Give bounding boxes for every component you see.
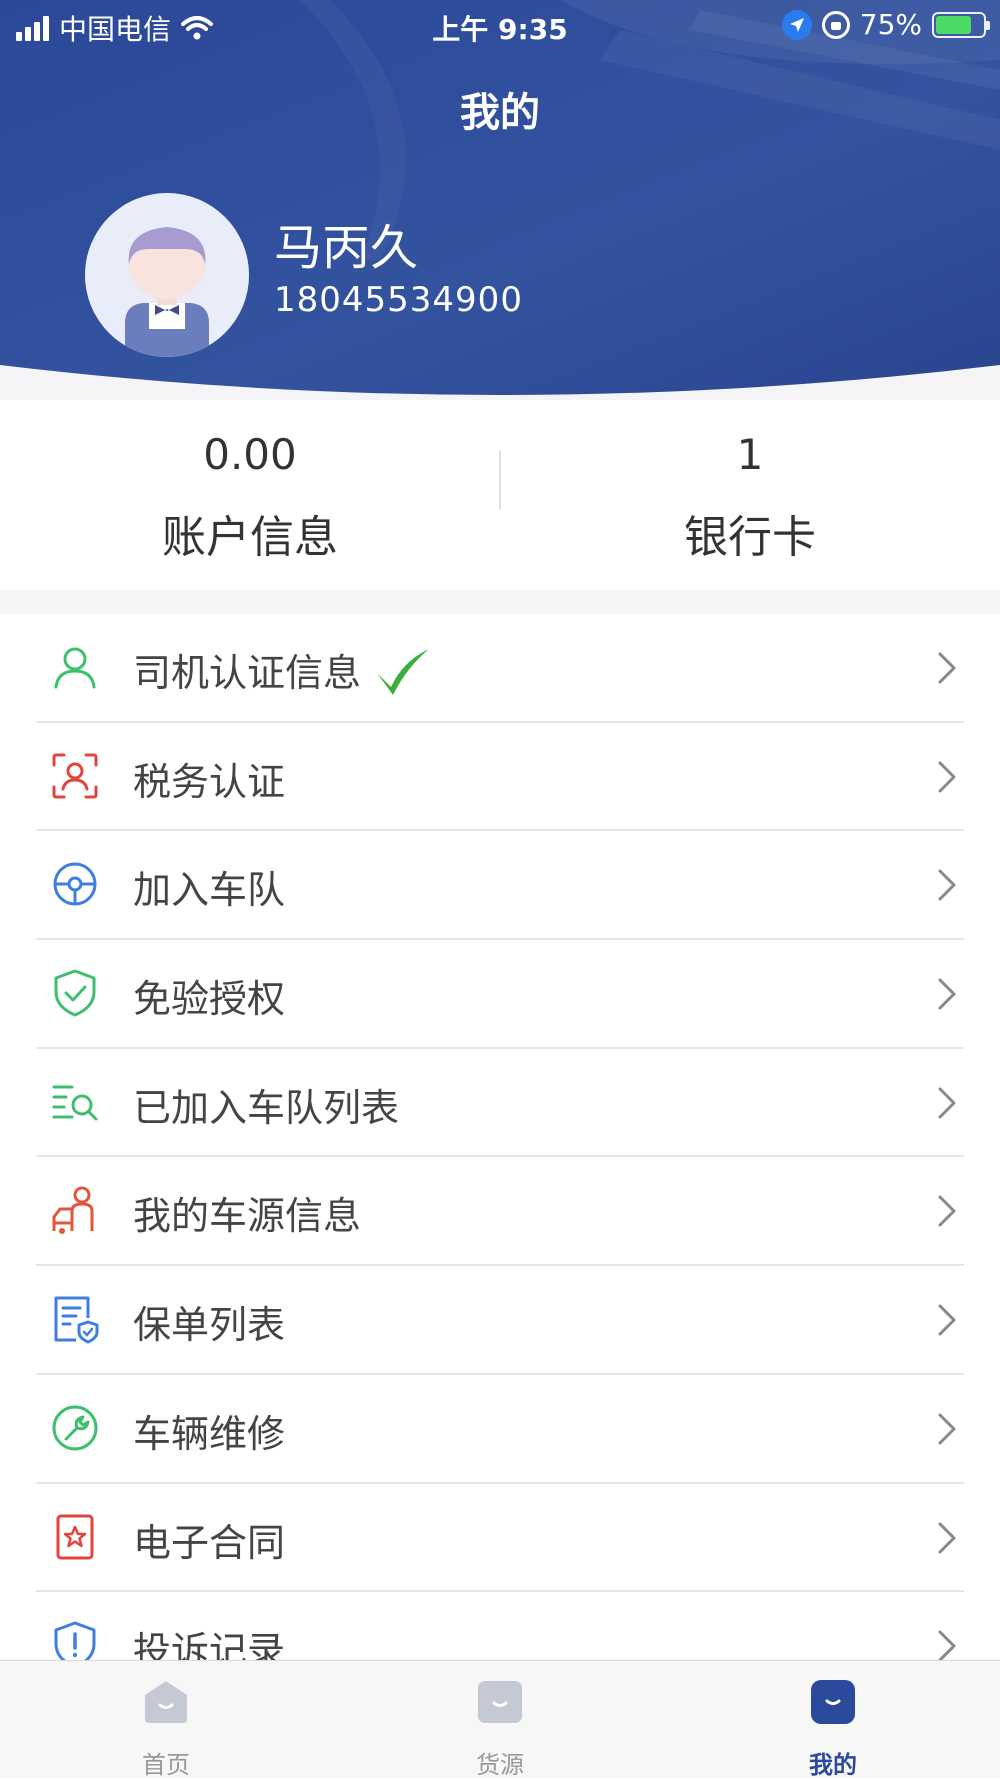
chevron-right-icon xyxy=(938,761,956,793)
menu-label: 司机认证信息 xyxy=(133,651,362,695)
battery-percent: 75% xyxy=(859,8,922,41)
complaint-shield-icon xyxy=(54,1621,96,1660)
menu-label: 车辆维修 xyxy=(133,1411,286,1456)
status-bar: 中国电信 上午 9:35 75% xyxy=(0,0,1000,50)
menu-label: 免验授权 xyxy=(133,977,286,1022)
wrench-icon xyxy=(52,1405,98,1451)
menu-item-e-contract[interactable]: 电子合同 xyxy=(0,1484,1000,1593)
rotation-lock-icon xyxy=(821,10,850,39)
account-info-label: 账户信息 xyxy=(162,512,338,563)
cargo-tab-icon xyxy=(478,1681,522,1723)
status-right: 75% xyxy=(781,8,990,41)
chevron-right-icon xyxy=(938,1304,956,1336)
shield-check-icon xyxy=(54,969,96,1017)
tab-cargo[interactable]: 货源 xyxy=(440,1677,560,1778)
user-phone: 18045534900 xyxy=(274,280,523,320)
tab-bar: 首页 货源 我的 xyxy=(0,1660,1000,1778)
menu-item-joined-fleet-list[interactable]: 已加入车队列表 xyxy=(0,1049,1000,1158)
chevron-right-icon xyxy=(938,1630,956,1660)
menu-label: 加入车队 xyxy=(133,868,286,913)
menu-item-complaint-records[interactable]: 投诉记录 xyxy=(0,1592,1000,1660)
chevron-right-icon xyxy=(938,652,956,684)
user-name: 马丙久 xyxy=(274,220,419,276)
chevron-right-icon xyxy=(938,869,956,901)
tab-mine[interactable]: 我的 xyxy=(773,1677,893,1778)
menu-label: 电子合同 xyxy=(133,1520,286,1565)
chevron-right-icon xyxy=(938,1087,956,1119)
list-search-icon xyxy=(52,1085,98,1121)
chevron-right-icon xyxy=(938,978,956,1010)
home-tab-icon xyxy=(145,1681,187,1723)
menu-label: 保单列表 xyxy=(133,1303,286,1348)
person-icon xyxy=(54,647,96,689)
menu-label-row: 司机认证信息 xyxy=(133,642,433,701)
policy-icon xyxy=(54,1296,99,1344)
avatar-illustration xyxy=(85,193,249,357)
chevron-right-icon xyxy=(938,1195,956,1227)
menu-item-driver-certification[interactable]: 司机认证信息 xyxy=(0,614,1000,723)
bank-card-stat[interactable]: 1 银行卡 xyxy=(500,430,1000,565)
menu-label: 投诉记录 xyxy=(133,1629,286,1660)
driver-icon xyxy=(52,1186,94,1235)
menu-label: 税务认证 xyxy=(133,759,286,804)
menu-list: 司机认证信息 税务认证 加入车队 免验授权 已加入车队列表 我的车源信息 保单列… xyxy=(0,614,1000,1660)
menu-item-my-vehicle-info[interactable]: 我的车源信息 xyxy=(0,1157,1000,1267)
page-title: 我的 xyxy=(460,90,540,136)
bank-card-count: 1 xyxy=(736,430,764,479)
avatar[interactable] xyxy=(85,193,249,357)
chevron-right-icon xyxy=(938,1522,956,1553)
steering-wheel-icon xyxy=(53,862,97,906)
tab-label: 货源 xyxy=(476,1751,524,1778)
menu-label: 我的车源信息 xyxy=(133,1194,362,1239)
tab-home[interactable]: 首页 xyxy=(106,1677,226,1778)
account-balance-value: 0.00 xyxy=(203,430,297,479)
stats-panel: 0.00 账户信息 1 银行卡 xyxy=(0,400,1000,590)
bank-card-label: 银行卡 xyxy=(684,512,816,563)
mine-tab-icon xyxy=(811,1680,855,1724)
tab-label: 首页 xyxy=(142,1751,190,1778)
menu-item-policy-list[interactable]: 保单列表 xyxy=(0,1266,1000,1375)
account-info-stat[interactable]: 0.00 账户信息 xyxy=(0,430,500,565)
menu-item-vehicle-repair[interactable]: 车辆维修 xyxy=(0,1375,1000,1484)
tab-label: 我的 xyxy=(809,1751,857,1778)
face-scan-icon xyxy=(52,753,98,799)
menu-item-tax-certification[interactable]: 税务认证 xyxy=(0,723,1000,832)
menu-label: 已加入车队列表 xyxy=(133,1085,400,1130)
contract-icon xyxy=(56,1514,94,1559)
profile-header: 中国电信 上午 9:35 75% 我的 马丙久 18045534900 xyxy=(0,0,1000,400)
verified-check-icon xyxy=(377,648,430,695)
battery-icon xyxy=(932,11,990,38)
menu-item-exemption-authorization[interactable]: 免验授权 xyxy=(0,940,1000,1049)
location-arrow-icon xyxy=(781,9,812,40)
menu-item-join-fleet[interactable]: 加入车队 xyxy=(0,831,1000,941)
chevron-right-icon xyxy=(938,1413,956,1445)
